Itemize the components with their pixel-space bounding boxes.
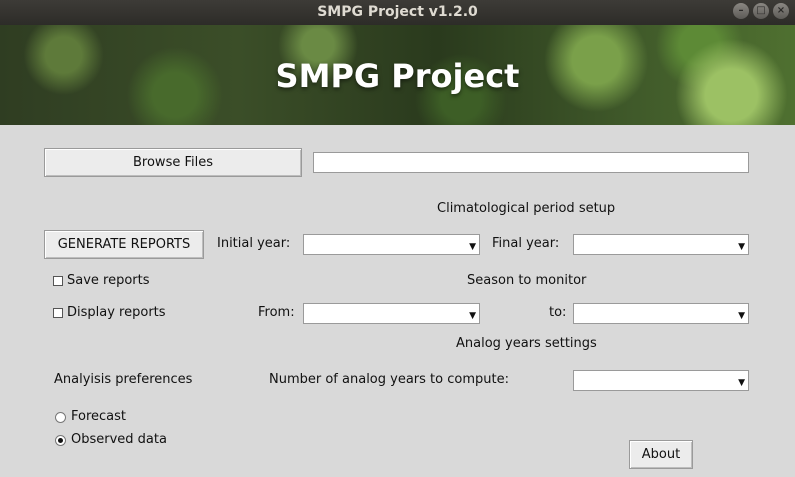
climatological-period-heading: Climatological period setup [437,201,616,216]
generate-reports-button[interactable]: GENERATE REPORTS [44,230,204,259]
analog-years-count-label: Number of analog years to compute: [269,372,509,387]
minimize-icon[interactable]: – [733,3,749,19]
forecast-label: Forecast [71,409,127,424]
save-reports-checkbox[interactable] [53,276,63,286]
about-button[interactable]: About [629,440,693,469]
close-icon[interactable]: × [773,3,789,19]
dropdown-arrow-icon: ▼ [738,378,745,388]
forecast-radio[interactable] [55,412,66,423]
season-from-select[interactable]: ▼ [303,303,480,324]
final-year-select[interactable]: ▼ [573,234,749,255]
to-label: to: [549,305,567,320]
final-year-label: Final year: [492,236,560,251]
observed-data-radio[interactable] [55,435,66,446]
analysis-preferences-heading: Analyisis preferences [54,372,193,387]
initial-year-label: Initial year: [217,236,291,251]
observed-data-label: Observed data [71,432,167,447]
save-reports-label: Save reports [67,273,150,288]
header-banner: SMPG Project [0,25,795,125]
analog-years-heading: Analog years settings [456,336,597,351]
file-path-input[interactable] [313,152,749,173]
title-bar: SMPG Project v1.2.0 – □ × [0,0,795,25]
dropdown-arrow-icon: ▼ [738,242,745,252]
window-title: SMPG Project v1.2.0 [317,4,478,20]
display-reports-checkbox[interactable] [53,308,63,318]
dropdown-arrow-icon: ▼ [738,311,745,321]
maximize-icon[interactable]: □ [753,3,769,19]
browse-files-button[interactable]: Browse Files [44,148,302,177]
dropdown-arrow-icon: ▼ [469,311,476,321]
dropdown-arrow-icon: ▼ [469,242,476,252]
season-to-monitor-heading: Season to monitor [467,273,587,288]
analog-years-count-select[interactable]: ▼ [573,370,749,391]
season-to-select[interactable]: ▼ [573,303,749,324]
from-label: From: [258,305,295,320]
initial-year-select[interactable]: ▼ [303,234,480,255]
display-reports-label: Display reports [67,305,166,320]
banner-title: SMPG Project [275,57,520,95]
